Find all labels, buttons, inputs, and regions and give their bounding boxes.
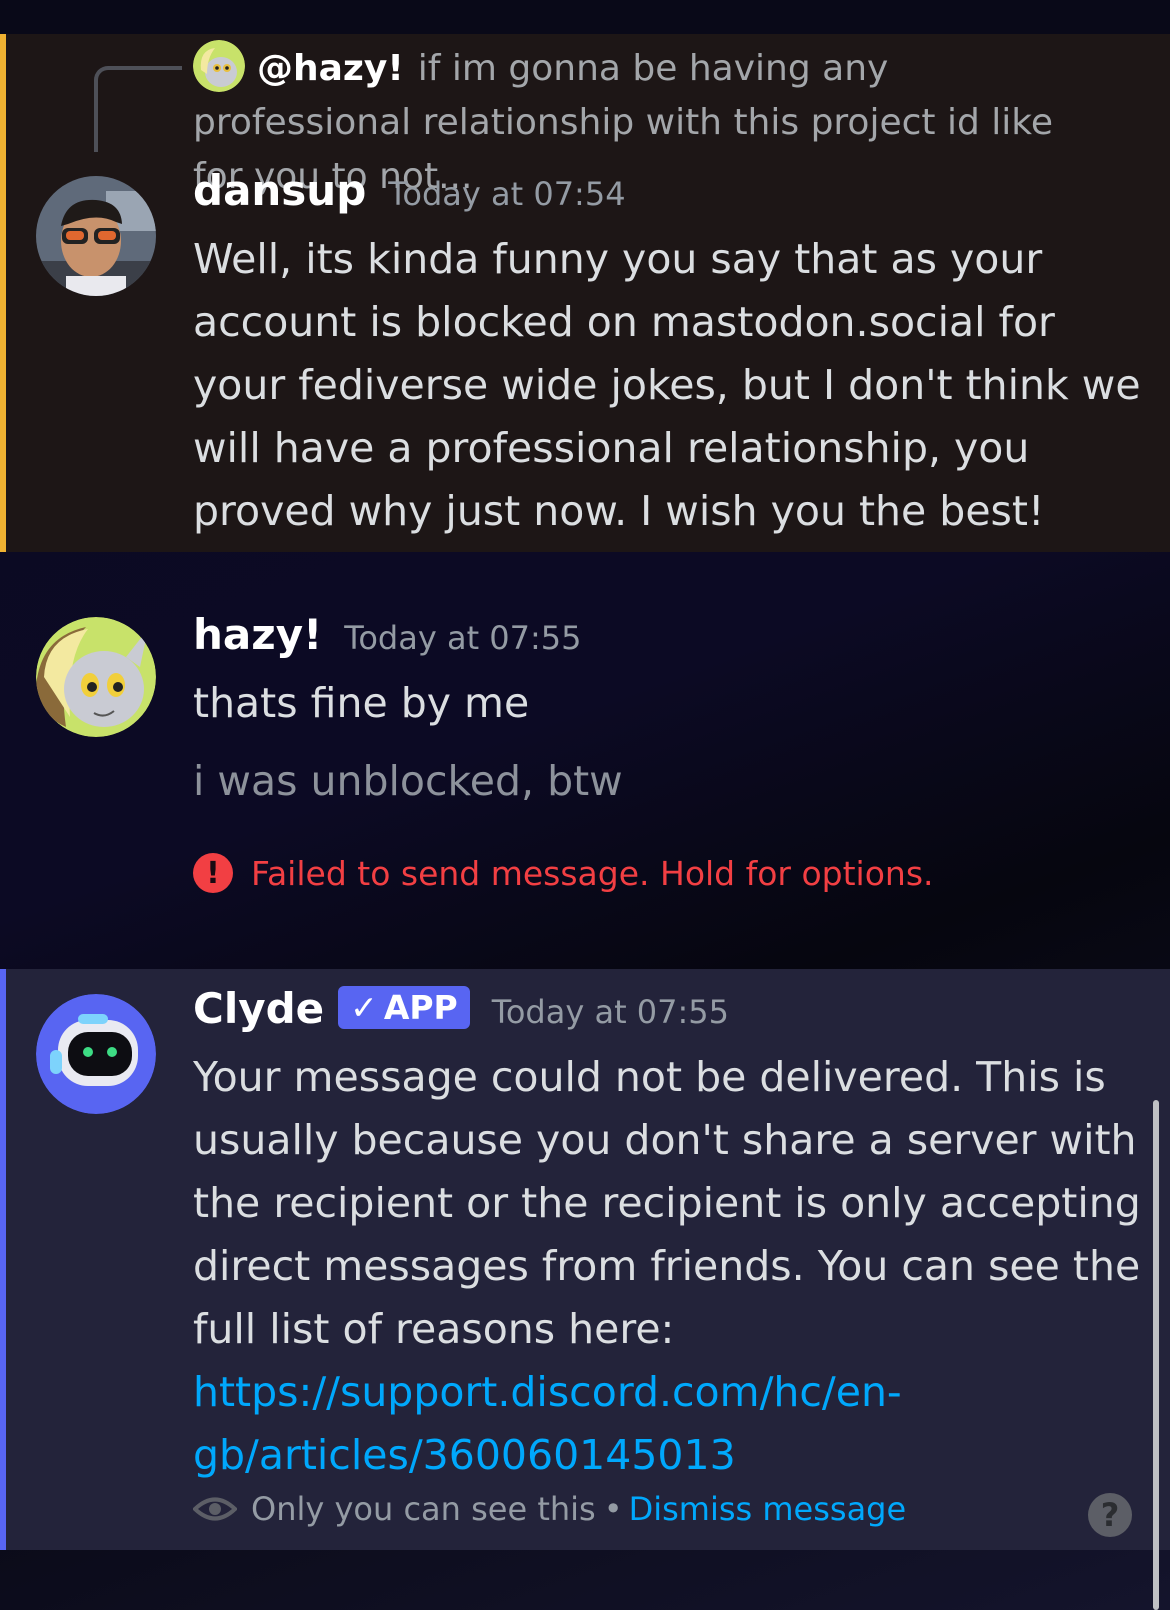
- reply-connector: [94, 66, 182, 152]
- question-icon[interactable]: ?: [1088, 1493, 1132, 1537]
- dismiss-message-link[interactable]: Dismiss message: [629, 1490, 907, 1528]
- reply-mention[interactable]: @hazy!: [257, 48, 404, 89]
- top-bar: [0, 0, 1170, 34]
- send-error[interactable]: ! Failed to send message. Hold for optio…: [193, 853, 934, 893]
- exclamation-circle-icon: !: [193, 853, 233, 893]
- pending-message[interactable]: i was unblocked, btw: [193, 750, 1143, 813]
- message-header-dansup: dansup Today at 07:54: [193, 166, 626, 215]
- scrollbar[interactable]: [1153, 1100, 1159, 1610]
- timestamp: Today at 07:54: [388, 175, 626, 213]
- message-body: thats fine by me: [193, 679, 530, 727]
- avatar-dansup[interactable]: [36, 176, 156, 296]
- footer-separator: •: [603, 1490, 623, 1528]
- timestamp: Today at 07:55: [491, 993, 729, 1031]
- app-badge: ✓ APP: [338, 986, 470, 1029]
- send-error-text: Failed to send message. Hold for options…: [251, 853, 934, 893]
- message-body: Your message could not be delivered. Thi…: [193, 1046, 1143, 1487]
- author-name[interactable]: dansup: [193, 166, 366, 215]
- support-link[interactable]: https://support.discord.com/hc/en-gb/art…: [193, 1368, 902, 1479]
- message-header-clyde: Clyde ✓ APP Today at 07:55: [193, 984, 729, 1033]
- clyde-text: Your message could not be delivered. Thi…: [193, 1053, 1141, 1353]
- avatar-clyde[interactable]: [36, 994, 156, 1114]
- message-header-hazy: hazy! Today at 07:55: [193, 610, 582, 659]
- author-name[interactable]: hazy!: [193, 610, 322, 659]
- ephemeral-footer: Only you can see this • Dismiss message: [193, 1490, 906, 1528]
- author-name[interactable]: Clyde: [193, 984, 324, 1033]
- eye-icon: [193, 1497, 237, 1521]
- app-badge-label: APP: [383, 988, 458, 1027]
- message-body: Well, its kinda funny you say that as yo…: [193, 235, 1141, 535]
- visibility-text: Only you can see this: [251, 1490, 596, 1528]
- check-icon: ✓: [350, 988, 378, 1027]
- timestamp: Today at 07:55: [344, 619, 582, 657]
- avatar-hazy[interactable]: [36, 617, 156, 737]
